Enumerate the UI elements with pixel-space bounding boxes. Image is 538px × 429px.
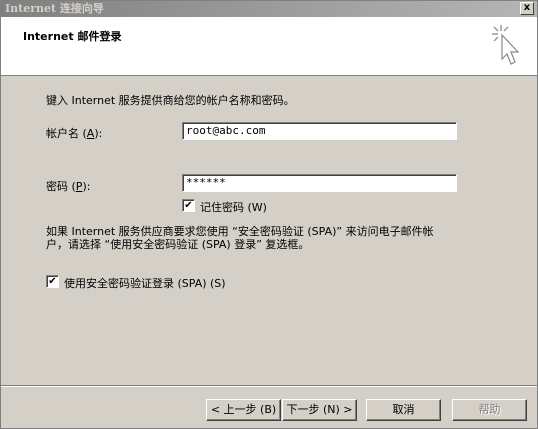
spa-label[interactable]: 使用安全密码验证登录 (SPA) (S) bbox=[64, 275, 226, 291]
intro-text: 键入 Internet 服务提供商给您的帐户名称和密码。 bbox=[46, 94, 295, 107]
spa-info-text: 如果 Internet 服务供应商要求您使用 “安全密码验证 (SPA)” 来访… bbox=[46, 225, 434, 251]
back-button[interactable]: < 上一步 (B) bbox=[206, 399, 281, 421]
password-label: 密码 (P): bbox=[46, 180, 91, 193]
account-name-input[interactable]: root@abc.com bbox=[182, 122, 457, 140]
cancel-button[interactable]: 取消 bbox=[366, 399, 441, 421]
wizard-window: Internet 连接向导 x Internet 邮件登录 键入 Interne… bbox=[0, 0, 538, 429]
check-icon: ✔ bbox=[184, 200, 193, 211]
close-icon: x bbox=[523, 2, 531, 13]
title-bar[interactable]: Internet 连接向导 x bbox=[1, 1, 537, 17]
footer-divider bbox=[1, 385, 537, 387]
password-input[interactable]: ****** bbox=[182, 174, 457, 192]
remember-password-label[interactable]: 记住密码 (W) bbox=[200, 199, 267, 215]
next-button[interactable]: 下一步 (N) > bbox=[282, 399, 357, 421]
spa-checkbox[interactable]: ✔ bbox=[46, 275, 59, 288]
page-title: Internet 邮件登录 bbox=[23, 30, 122, 43]
remember-password-checkbox[interactable]: ✔ bbox=[182, 199, 195, 212]
wizard-wand-icon bbox=[492, 25, 520, 65]
check-icon: ✔ bbox=[48, 276, 57, 287]
wizard-header: Internet 邮件登录 bbox=[1, 17, 537, 76]
help-button[interactable]: 帮助 bbox=[452, 399, 527, 421]
close-button[interactable]: x bbox=[520, 2, 534, 15]
account-name-label: 帐户名 (A): bbox=[46, 127, 103, 140]
window-title: Internet 连接向导 bbox=[5, 2, 104, 15]
